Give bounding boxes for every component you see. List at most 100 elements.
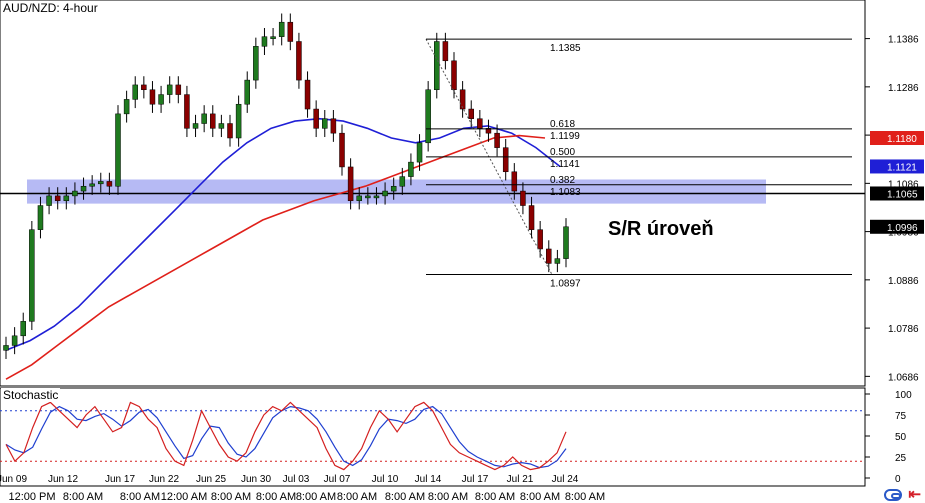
candle-body — [399, 176, 406, 187]
candle-body — [304, 79, 311, 110]
candle-body — [201, 113, 207, 124]
x-sublabel: 12:00 PM — [8, 491, 55, 503]
x-sublabel: 8:00 AM — [385, 491, 425, 503]
candle-body — [494, 132, 500, 148]
candle-body — [528, 205, 535, 230]
candle-body — [330, 118, 337, 134]
x-tick-label: Jul 24 — [552, 474, 579, 485]
x-tick-label: Jun 22 — [149, 474, 179, 485]
candle-body — [123, 99, 130, 115]
x-sublabel: 8:00 AM — [63, 491, 103, 503]
x-tick-label: Jun 09 — [0, 474, 27, 485]
candle-body — [373, 195, 380, 199]
fib-ratio-label: 0.382 — [550, 175, 575, 186]
candle-body — [546, 248, 552, 264]
candle — [29, 220, 35, 331]
indicator-title: Stochastic — [1, 388, 61, 402]
candle-body — [166, 84, 173, 95]
candle-body — [296, 41, 302, 81]
candle-body — [63, 195, 70, 201]
candle-body — [261, 36, 268, 47]
fib-value-label: 1.1199 — [550, 131, 580, 142]
candle-body — [434, 41, 440, 90]
fib-value-label: 1.1385 — [550, 43, 581, 54]
candle-body — [132, 84, 138, 100]
x-sublabel: 8:00 AM — [428, 491, 468, 503]
candle-body — [184, 94, 190, 129]
x-sublabel: 8:00 AM — [256, 491, 296, 503]
stoch-tick-label: 50 — [895, 432, 907, 443]
y-axis: 1.13861.12861.11861.10861.09861.08861.07… — [865, 35, 924, 383]
candle-body — [468, 108, 474, 119]
candle-body — [322, 118, 328, 129]
candle-body — [253, 46, 259, 81]
candle-body — [235, 103, 242, 139]
chart-canvas: 1.1385 0.6181.1199 0.5001.1141 0.3821.1083 1… — [0, 0, 924, 503]
x-sublabel: 12:00 AM — [161, 491, 207, 503]
candle-body — [270, 36, 276, 39]
candle-body — [115, 113, 121, 187]
candle — [434, 32, 440, 99]
candle-body — [554, 258, 561, 264]
candle-body — [11, 335, 18, 346]
candle-body — [175, 84, 182, 95]
candle-body — [313, 108, 319, 129]
candle — [115, 105, 121, 195]
stoch-tick-label: 25 — [895, 453, 907, 464]
candle-body — [339, 132, 345, 168]
candle-body — [537, 229, 543, 250]
sr-zone — [27, 179, 766, 204]
candle-body — [502, 147, 509, 173]
candle-body — [46, 195, 52, 206]
candle-body — [408, 161, 414, 177]
x-sublabel: 8:00 AM — [337, 491, 377, 503]
price-label-text: 1.1065 — [887, 189, 918, 200]
candle-body — [287, 21, 294, 42]
y-tick-label: 1.0786 — [888, 324, 919, 335]
x-tick-label: Jun 25 — [196, 474, 226, 485]
candle-body — [442, 41, 449, 62]
fib-ratio-label: 0.500 — [550, 147, 575, 158]
candle-body — [106, 181, 113, 187]
fib-value-label: 1.0897 — [550, 279, 581, 290]
candle-body — [37, 205, 44, 230]
link-icon[interactable] — [884, 489, 903, 501]
x-sublabel: 8:00 AM — [565, 491, 605, 503]
candle-body — [563, 226, 569, 259]
candle-body — [89, 183, 95, 187]
candle-body — [218, 123, 225, 129]
x-tick-label: Jul 03 — [283, 474, 310, 485]
x-tick-label: Jun 12 — [48, 474, 78, 485]
x-tick-label: Jul 10 — [372, 474, 399, 485]
candle-body — [98, 181, 104, 185]
toolbar-icons: ⇤ — [884, 487, 921, 502]
candle-body — [520, 190, 526, 206]
chart-title: AUD/NZD: 4-hour — [1, 1, 100, 15]
x-tick-label: Jun 30 — [241, 474, 271, 485]
candle-body — [390, 185, 397, 192]
y-tick-label: 1.1386 — [888, 35, 919, 46]
x-sublabel: 8:00 AM — [475, 491, 515, 503]
fib-ratio-label: 0.618 — [550, 119, 575, 130]
y-tick-label: 1.1286 — [888, 83, 919, 94]
candle-body — [459, 89, 466, 110]
price-label-text: 1.1180 — [887, 134, 917, 145]
candle-body — [54, 195, 61, 201]
back-arrow-icon[interactable]: ⇤ — [908, 487, 921, 502]
candle-body — [451, 60, 457, 90]
candle — [425, 81, 431, 152]
fib-value-label: 1.1083 — [550, 187, 581, 198]
candle-body — [244, 79, 250, 105]
price-label-text: 1.1121 — [887, 162, 917, 173]
stoch-tick-label: 75 — [895, 411, 907, 422]
candle-body — [511, 171, 518, 192]
candle-body — [347, 166, 354, 201]
y-tick-label: 1.0686 — [888, 372, 919, 383]
x-sublabel: 8:00 AM — [120, 491, 160, 503]
x-tick-label: Jul 21 — [507, 474, 534, 485]
x-tick-label: Jul 07 — [324, 474, 351, 485]
candle-body — [356, 195, 362, 201]
candle-body — [29, 229, 35, 322]
sr-annotation: S/R úroveň — [608, 218, 714, 240]
price-label-text: 1.0996 — [887, 223, 918, 234]
